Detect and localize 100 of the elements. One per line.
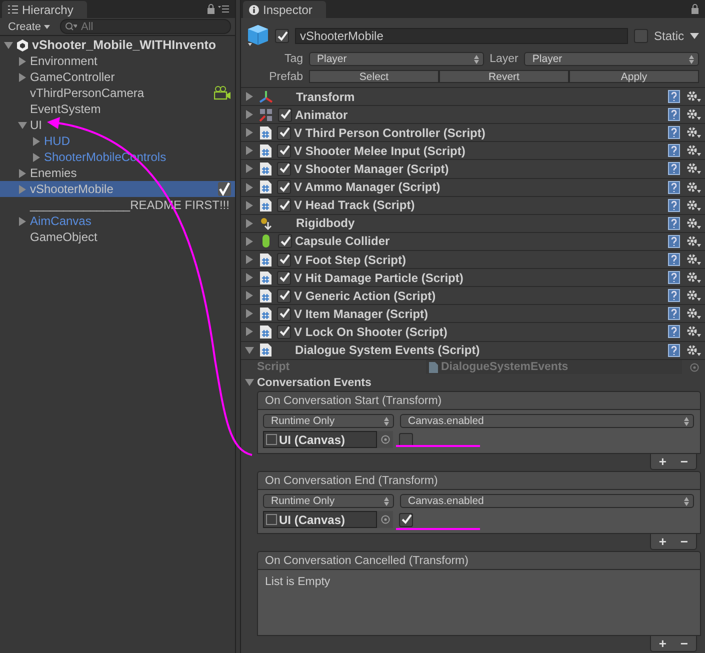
remove-button[interactable]: − [678,534,690,549]
collapsed-arrow-icon[interactable] [245,182,254,192]
object-picker-icon[interactable] [380,515,390,524]
settings-icon[interactable] [686,216,701,230]
help-book-icon[interactable] [668,108,680,122]
settings-icon[interactable] [686,344,701,357]
collapsed-arrow-icon[interactable] [245,291,254,300]
settings-icon[interactable] [686,180,701,194]
expanded-arrow-icon[interactable] [245,346,254,355]
enable-checkbox[interactable] [277,252,291,267]
add-button[interactable]: + [656,454,668,469]
help-book-icon[interactable] [668,325,680,338]
inspector-tab[interactable]: Inspector [243,1,326,18]
collapsed-arrow-icon[interactable] [18,56,27,66]
object-field[interactable]: UI (Canvas) [263,431,377,448]
collapsed-arrow-icon[interactable] [245,218,254,228]
hierarchy-row[interactable]: vShooterMobile [0,181,235,197]
function-dropdown[interactable]: Canvas.enabled [400,414,694,428]
component-header[interactable]: V Hit Damage Particle (Script) [241,269,705,288]
settings-icon[interactable] [686,325,701,338]
menu-icon[interactable] [218,5,229,13]
enable-checkbox[interactable] [278,234,292,248]
component-header[interactable]: V Ammo Manager (Script) [241,178,705,197]
enable-checkbox[interactable] [277,144,291,158]
settings-icon[interactable] [686,253,701,266]
component-header[interactable]: Animator [241,106,705,124]
help-book-icon[interactable] [668,180,680,194]
expanded-arrow-icon[interactable] [4,40,13,50]
name-field[interactable]: vShooterMobile [295,28,628,44]
component-header[interactable]: Transform [241,88,705,106]
expanded-arrow-icon[interactable] [245,378,254,388]
create-button[interactable]: Create [4,20,54,32]
enable-checkbox[interactable] [277,288,291,303]
hierarchy-row[interactable]: GameObject [0,229,235,245]
collapsed-arrow-icon[interactable] [245,236,254,246]
help-book-icon[interactable] [668,198,680,212]
prefab-button[interactable]: Select [309,70,439,83]
remove-button[interactable]: − [678,454,690,469]
add-button[interactable]: + [656,534,668,549]
collapsed-arrow-icon[interactable] [32,136,41,146]
prefab-button[interactable]: Revert [439,70,569,83]
dropdown-arrow-icon[interactable] [690,33,699,39]
help-book-icon[interactable] [668,162,680,176]
foldout-header[interactable]: Conversation Events [241,374,705,391]
active-checkbox[interactable] [275,29,289,43]
object-field[interactable]: UI (Canvas) [263,511,377,528]
help-book-icon[interactable] [668,307,680,320]
component-header[interactable]: Rigidbody [241,214,705,233]
lock-icon[interactable] [207,4,215,14]
prefab-button[interactable]: Apply [569,70,699,83]
component-header[interactable]: V Shooter Manager (Script) [241,160,705,179]
help-book-icon[interactable] [668,344,680,357]
enable-checkbox[interactable] [277,126,291,140]
object-picker-icon[interactable] [380,435,390,444]
collapsed-arrow-icon[interactable] [245,309,254,318]
help-book-icon[interactable] [668,289,680,302]
help-book-icon[interactable] [668,271,680,284]
settings-icon[interactable] [686,198,701,212]
settings-icon[interactable] [686,289,701,302]
enable-checkbox[interactable] [278,108,292,122]
settings-icon[interactable] [686,271,701,284]
value-checkbox[interactable] [399,512,413,526]
hierarchy-row[interactable]: GameController [0,69,235,85]
search-field[interactable]: All [60,19,231,34]
help-book-icon[interactable] [668,253,680,266]
collapsed-arrow-icon[interactable] [32,152,41,162]
settings-icon[interactable] [686,307,701,320]
mode-dropdown[interactable]: Runtime Only [263,414,394,428]
component-header[interactable]: V Item Manager (Script) [241,305,705,324]
collapsed-arrow-icon[interactable] [245,255,254,264]
function-dropdown[interactable]: Canvas.enabled [400,494,694,508]
hierarchy-tab[interactable]: Hierarchy [2,1,88,18]
collapsed-arrow-icon[interactable] [18,216,27,226]
collapsed-arrow-icon[interactable] [245,164,254,174]
help-book-icon[interactable] [668,144,680,158]
remove-button[interactable]: − [678,636,690,651]
settings-icon[interactable] [686,126,701,140]
add-button[interactable]: + [656,636,668,651]
hierarchy-row[interactable]: AimCanvas [0,213,235,229]
collapsed-arrow-icon[interactable] [245,146,254,156]
hierarchy-row[interactable]: Environment [0,53,235,69]
enable-checkbox[interactable] [277,306,291,321]
help-book-icon[interactable] [668,234,680,248]
component-header[interactable]: V Generic Action (Script) [241,287,705,306]
settings-icon[interactable] [686,162,701,176]
static-checkbox[interactable] [634,29,648,43]
value-checkbox[interactable] [399,432,413,446]
mode-dropdown[interactable]: Runtime Only [263,494,394,508]
help-book-icon[interactable] [668,90,680,104]
collapsed-arrow-icon[interactable] [245,92,254,102]
lock-icon[interactable] [691,4,699,14]
enable-checkbox[interactable] [277,324,291,339]
component-header[interactable]: V Head Track (Script) [241,196,705,215]
enable-checkbox[interactable] [277,180,291,194]
layer-dropdown[interactable]: Player [524,52,699,66]
collapsed-arrow-icon[interactable] [245,110,254,120]
enable-checkbox[interactable] [277,162,291,176]
collapsed-arrow-icon[interactable] [18,168,27,178]
settings-icon[interactable] [686,90,701,104]
hierarchy-row[interactable]: vThirdPersonCamera [0,85,235,101]
